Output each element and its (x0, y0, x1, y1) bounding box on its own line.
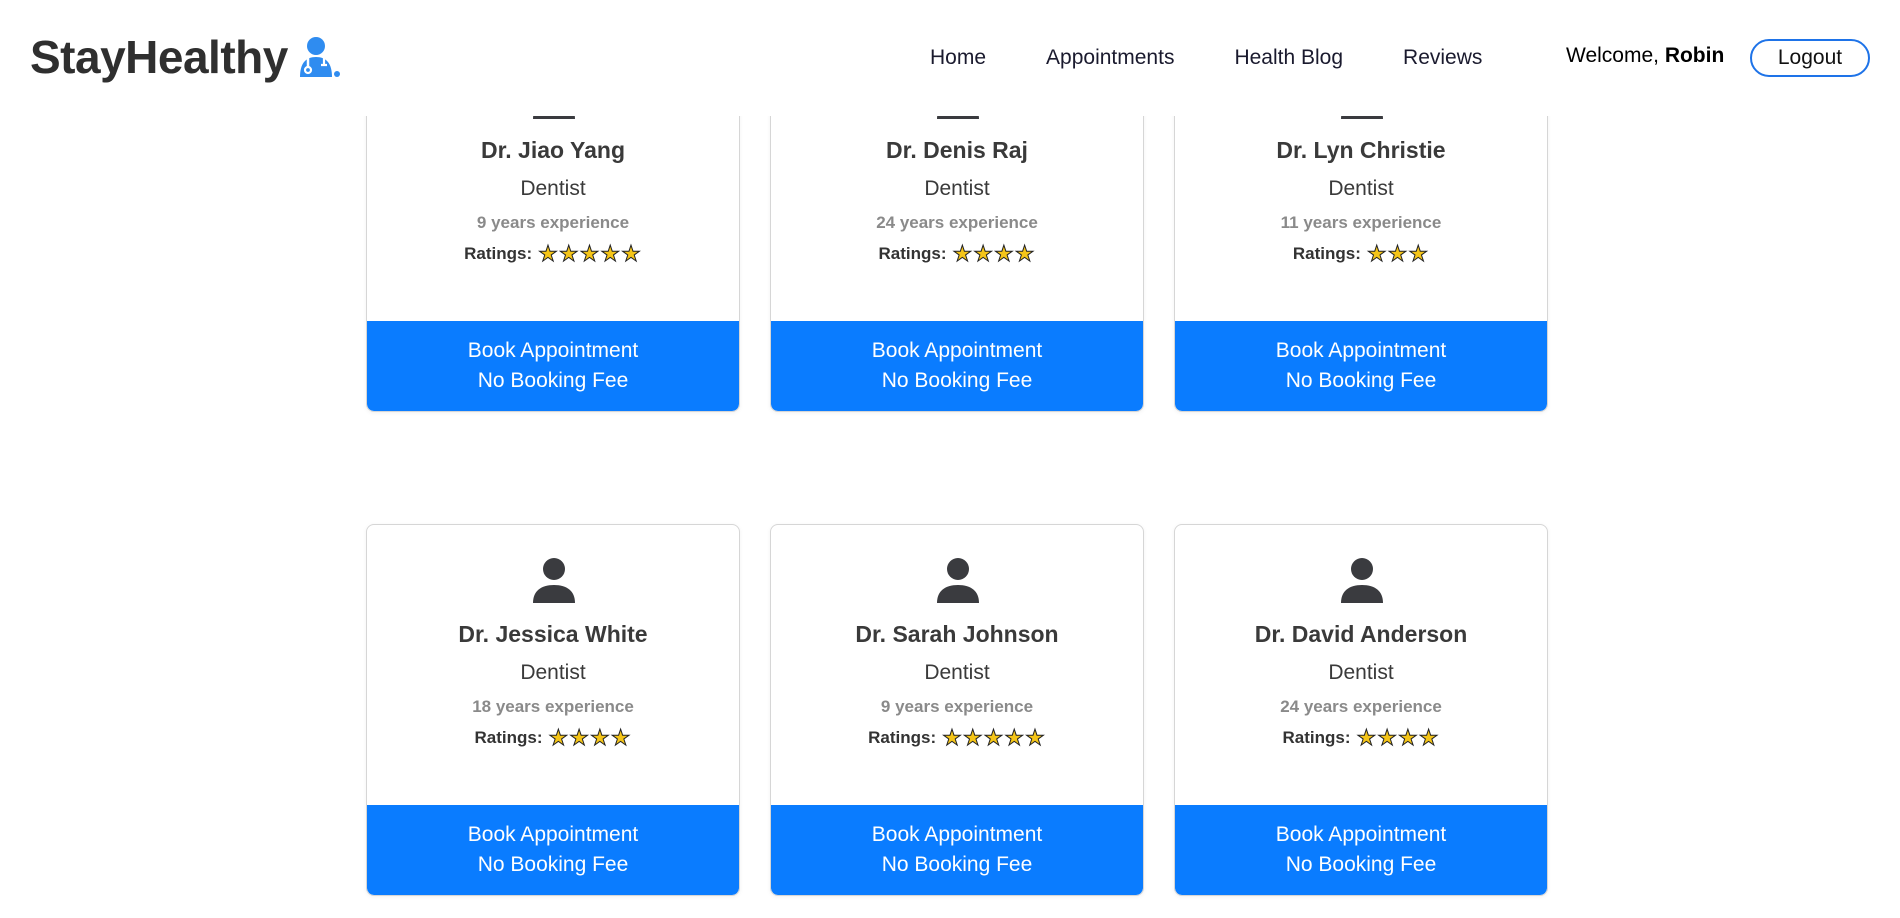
no-booking-fee-label: No Booking Fee (1285, 369, 1437, 392)
doctor-speciality: Dentist (924, 177, 990, 200)
book-appointment-label: Book Appointment (467, 339, 639, 362)
doctor-ratings: Ratings: ★ ★ ★ ★ (771, 241, 1143, 266)
ratings-label: Ratings: (878, 244, 947, 263)
doctor-experience: 18 years experience (472, 697, 634, 716)
doctor-ratings: Ratings: ★ ★ ★ ★ (1175, 725, 1547, 750)
book-appointment-button[interactable]: Book Appointment No Booking Fee (1175, 805, 1547, 895)
no-booking-fee-label: No Booking Fee (881, 853, 1033, 876)
brand-name: StayHealthy (30, 31, 288, 83)
book-appointment-label: Book Appointment (467, 823, 639, 846)
nav-link-home[interactable]: Home (930, 46, 986, 70)
nav-link-health-blog[interactable]: Health Blog (1234, 46, 1343, 70)
star-icon: ★ (1014, 241, 1035, 266)
doctor-name: Dr. Denis Raj (886, 137, 1028, 163)
star-icon: ★ (548, 725, 569, 750)
nav-link-appointments[interactable]: Appointments (1046, 46, 1174, 70)
doctor-name: Dr. Jessica White (458, 621, 648, 647)
rating-stars: ★ ★ ★ ★ (1356, 725, 1440, 750)
star-icon: ★ (1408, 241, 1429, 266)
star-icon: ★ (558, 241, 579, 266)
nav-links: Home Appointments Health Blog Reviews (930, 0, 1542, 116)
star-icon: ★ (1366, 241, 1387, 266)
ratings-label: Ratings: (1282, 728, 1351, 747)
doctor-speciality: Dentist (520, 661, 586, 684)
doctor-ratings: Ratings: ★ ★ ★ (1175, 241, 1547, 266)
star-icon: ★ (962, 725, 983, 750)
welcome-prefix: Welcome, (1566, 44, 1665, 67)
no-booking-fee-label: No Booking Fee (477, 369, 629, 392)
star-icon: ★ (621, 241, 642, 266)
star-icon: ★ (600, 241, 621, 266)
doctor-card-grid: Dr. Jiao Yang Dentist 9 years experience… (0, 0, 1900, 918)
no-booking-fee-label: No Booking Fee (1285, 853, 1437, 876)
user-avatar-icon (1341, 558, 1383, 603)
book-appointment-label: Book Appointment (1275, 339, 1447, 362)
doctor-experience: 9 years experience (880, 697, 1034, 716)
rating-stars: ★ ★ ★ (1366, 241, 1429, 266)
ratings-label: Ratings: (464, 244, 533, 263)
ratings-label: Ratings: (868, 728, 937, 747)
user-name: Robin (1664, 44, 1725, 67)
doctor-ratings: Ratings: ★ ★ ★ ★ ★ (771, 725, 1143, 750)
star-icon: ★ (994, 241, 1015, 266)
brand-logo[interactable]: StayHealthy (30, 30, 340, 84)
doctor-experience: 11 years experience (1280, 213, 1442, 232)
book-appointment-label: Book Appointment (871, 339, 1043, 362)
doctor-card: Dr. Jessica White Dentist 18 years exper… (366, 524, 740, 896)
star-icon: ★ (1377, 725, 1398, 750)
star-icon: ★ (983, 725, 1004, 750)
nav-link-reviews[interactable]: Reviews (1403, 46, 1482, 70)
rating-stars: ★ ★ ★ ★ (952, 241, 1036, 266)
logout-button[interactable]: Logout (1750, 39, 1870, 77)
doctor-experience: 24 years experience (1280, 697, 1442, 716)
welcome-message: Welcome, Robin (1566, 44, 1724, 68)
rating-stars: ★ ★ ★ ★ ★ (942, 725, 1046, 750)
no-booking-fee-label: No Booking Fee (881, 369, 1033, 392)
rating-stars: ★ ★ ★ ★ (548, 725, 632, 750)
doctor-speciality: Dentist (1328, 661, 1394, 684)
doctor-speciality: Dentist (924, 661, 990, 684)
doctor-experience: 9 years experience (476, 213, 630, 232)
book-appointment-button[interactable]: Book Appointment No Booking Fee (1175, 321, 1547, 411)
book-appointment-label: Book Appointment (1275, 823, 1447, 846)
book-appointment-button[interactable]: Book Appointment No Booking Fee (771, 321, 1143, 411)
star-icon: ★ (1025, 725, 1046, 750)
star-icon: ★ (973, 241, 994, 266)
doctor-speciality: Dentist (1328, 177, 1394, 200)
star-icon: ★ (1356, 725, 1377, 750)
star-icon: ★ (952, 241, 973, 266)
doctor-ratings: Ratings: ★ ★ ★ ★ ★ (367, 241, 739, 266)
star-icon: ★ (942, 725, 963, 750)
star-icon: ★ (610, 725, 631, 750)
star-icon: ★ (1398, 725, 1419, 750)
book-appointment-button[interactable]: Book Appointment No Booking Fee (367, 321, 739, 411)
star-icon: ★ (1387, 241, 1408, 266)
navbar: StayHealthy Home Appointments Health Blo… (0, 0, 1900, 116)
star-icon: ★ (579, 241, 600, 266)
doctor-ratings: Ratings: ★ ★ ★ ★ (367, 725, 739, 750)
rating-stars: ★ ★ ★ ★ ★ (538, 241, 642, 266)
doctor-speciality: Dentist (520, 177, 586, 200)
book-appointment-button[interactable]: Book Appointment No Booking Fee (771, 805, 1143, 895)
doctor-experience: 24 years experience (876, 213, 1038, 232)
star-icon: ★ (1418, 725, 1439, 750)
doctor-name: Dr. Jiao Yang (480, 137, 626, 163)
doctor-name: Dr. Lyn Christie (1276, 137, 1446, 163)
doctor-icon (299, 37, 340, 77)
book-appointment-label: Book Appointment (871, 823, 1043, 846)
star-icon: ★ (1004, 725, 1025, 750)
user-avatar-icon (533, 558, 575, 603)
doctor-name: Dr. David Anderson (1254, 621, 1468, 647)
doctor-card: Dr. David Anderson Dentist 24 years expe… (1174, 524, 1548, 896)
star-icon: ★ (538, 241, 559, 266)
doctor-card: Dr. Sarah Johnson Dentist 9 years experi… (770, 524, 1144, 896)
user-avatar-icon (937, 558, 979, 603)
book-appointment-button[interactable]: Book Appointment No Booking Fee (367, 805, 739, 895)
star-icon: ★ (569, 725, 590, 750)
ratings-label: Ratings: (474, 728, 543, 747)
star-icon: ★ (590, 725, 611, 750)
no-booking-fee-label: No Booking Fee (477, 853, 629, 876)
doctor-name: Dr. Sarah Johnson (855, 621, 1059, 647)
ratings-label: Ratings: (1292, 244, 1361, 263)
